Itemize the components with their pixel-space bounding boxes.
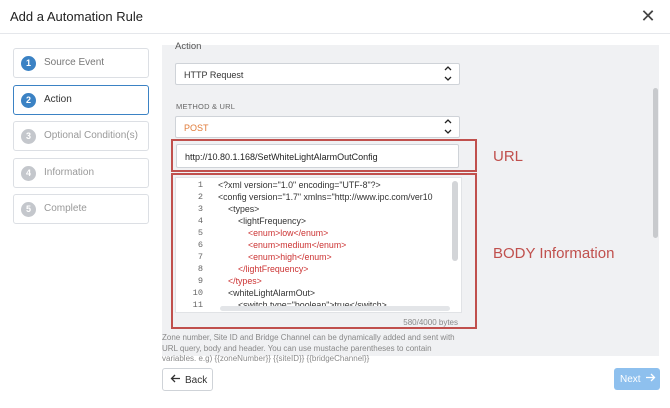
step-number: 1 — [21, 56, 36, 71]
method-select[interactable]: POST — [175, 116, 460, 138]
arrow-left-icon — [170, 373, 181, 387]
code-line: <enum>high</enum> — [248, 252, 332, 262]
line-number: 6 — [197, 240, 203, 250]
code-line: <lightFrequency> — [238, 216, 306, 226]
line-number: 1 — [197, 180, 203, 190]
line-number: 9 — [197, 276, 203, 286]
step-number: 5 — [21, 202, 36, 217]
close-icon[interactable]: ✕ — [638, 6, 658, 26]
body-code-editor[interactable]: 1 2 3 4 5 6 7 8 9 10 11 12 <?xml version… — [175, 177, 462, 313]
method-value: POST — [184, 123, 209, 133]
step-label: Action — [44, 93, 72, 105]
action-type-value: HTTP Request — [184, 70, 244, 80]
code-line: <types> — [228, 204, 260, 214]
line-number: 5 — [197, 228, 203, 238]
step-label: Information — [44, 166, 95, 178]
line-number-gutter: 1 2 3 4 5 6 7 8 9 10 11 12 — [176, 178, 211, 313]
step-number: 4 — [21, 165, 36, 181]
url-input[interactable]: http://10.80.1.168/SetWhiteLightAlarmOut… — [176, 144, 459, 168]
line-number: 12 — [193, 312, 203, 313]
code-line: <enum>low</enum> — [248, 228, 329, 238]
step-source-event[interactable]: 1 Source Event — [13, 48, 149, 78]
step-information[interactable]: 4 Information — [13, 157, 149, 188]
step-optional-conditions[interactable]: 3 Optional Condition(s) — [13, 121, 149, 151]
chevron-down-icon — [443, 66, 453, 87]
automation-rule-dialog: Add a Automation Rule ✕ 1 Source Event 2… — [0, 0, 670, 408]
chevron-down-icon — [443, 119, 453, 140]
body-annotation: BODY Information — [493, 245, 615, 262]
arrow-right-icon — [645, 372, 656, 386]
editor-vertical-scrollbar[interactable] — [452, 181, 458, 261]
dialog-title: Add a Automation Rule — [10, 9, 143, 24]
helper-text: Zone number, Site ID and Bridge Channel … — [162, 333, 455, 363]
code-line: <whiteLightAlarmOut> — [228, 288, 316, 298]
code-line: <config version="1.7" xmlns="http://www.… — [218, 192, 433, 202]
back-button-label: Back — [185, 375, 208, 386]
line-number: 2 — [197, 192, 203, 202]
code-line: </lightFrequency> — [238, 264, 309, 274]
method-url-label: METHOD & URL — [176, 102, 236, 111]
url-value: http://10.80.1.168/SetWhiteLightAlarmOut… — [185, 152, 378, 162]
byte-counter: 580/4000 bytes — [403, 318, 458, 327]
steps-panel: 1 Source Event 2 Action 3 Optional Condi… — [13, 48, 149, 231]
step-label: Optional Condition(s) — [44, 130, 138, 141]
line-number: 3 — [197, 204, 203, 214]
code-line: <enum>medium</enum> — [248, 240, 347, 250]
url-annotation: URL — [493, 148, 524, 165]
line-number: 7 — [197, 252, 203, 262]
line-number: 8 — [197, 264, 203, 274]
code-line: </types> — [228, 276, 262, 286]
next-button-label: Next — [620, 374, 641, 385]
step-label: Complete — [44, 203, 87, 214]
step-complete[interactable]: 5 Complete — [13, 194, 149, 224]
line-number: 4 — [197, 216, 203, 226]
next-button[interactable]: Next — [614, 368, 660, 390]
step-number: 3 — [21, 129, 36, 144]
back-button[interactable]: Back — [162, 368, 213, 391]
code-line: <?xml version="1.0" encoding="UTF-8"?> — [218, 180, 381, 190]
action-type-select[interactable]: HTTP Request — [175, 63, 460, 85]
step-number: 2 — [21, 92, 36, 108]
line-number: 10 — [192, 288, 203, 298]
dialog-header: Add a Automation Rule ✕ — [0, 0, 670, 34]
step-action[interactable]: 2 Action — [13, 84, 149, 115]
line-number: 11 — [192, 300, 203, 310]
step-label: Source Event — [44, 57, 105, 68]
editor-horizontal-scrollbar[interactable] — [220, 306, 450, 311]
action-section-label: Action — [175, 41, 202, 52]
content-scrollbar[interactable] — [653, 88, 658, 238]
